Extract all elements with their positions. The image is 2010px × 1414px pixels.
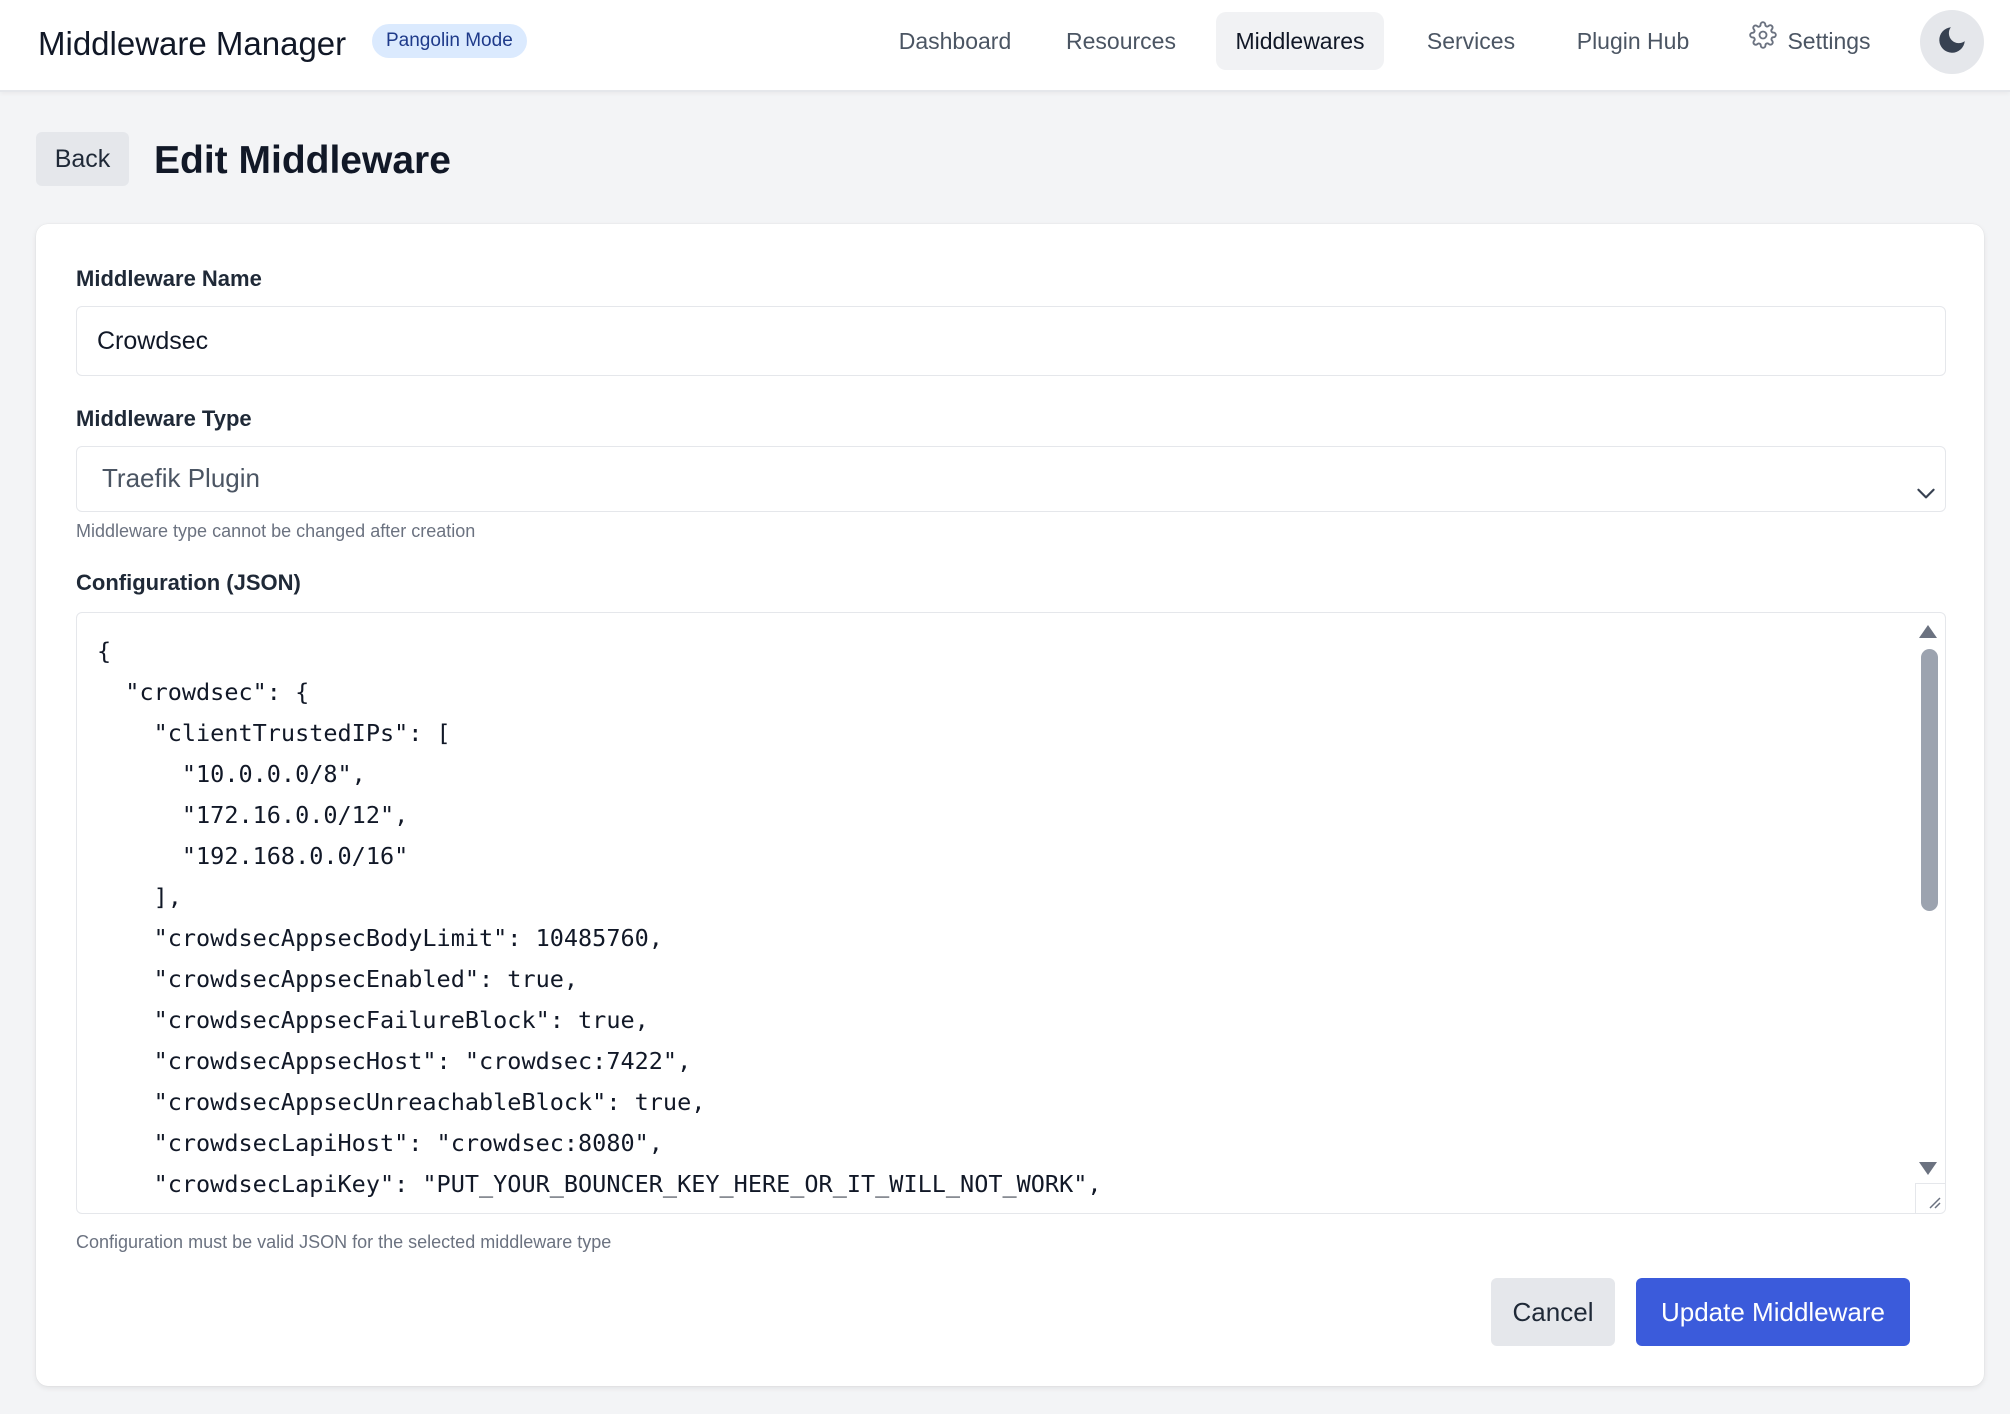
nav-dashboard[interactable]: Dashboard <box>880 12 1030 70</box>
code-line: "crowdsecAppsecEnabled": true, <box>97 965 579 993</box>
moon-icon <box>1935 23 1969 62</box>
code-line: "crowdsecAppsecUnreachableBlock": true, <box>97 1088 706 1116</box>
configuration-json-text: { "crowdsec": { "clientTrustedIPs": [ "1… <box>97 631 1905 1205</box>
chevron-down-icon <box>1913 466 1939 499</box>
nav-middlewares[interactable]: Middlewares <box>1216 12 1384 70</box>
code-line: ], <box>97 883 182 911</box>
scrollbar-thumb[interactable] <box>1921 649 1938 911</box>
nav-resources[interactable]: Resources <box>1050 12 1192 70</box>
top-navbar: Middleware Manager Pangolin Mode Dashboa… <box>0 0 2010 92</box>
back-button[interactable]: Back <box>36 132 129 186</box>
nav-settings-label: Settings <box>1787 28 1871 54</box>
resize-handle-icon[interactable] <box>1915 1183 1945 1213</box>
cancel-button[interactable]: Cancel <box>1491 1278 1615 1346</box>
code-line: { <box>97 637 112 665</box>
code-line: "crowdsecAppsecHost": "crowdsec:7422", <box>97 1047 692 1075</box>
nav-settings[interactable]: Settings <box>1740 12 1880 70</box>
code-line: "crowdsecLapiHost": "crowdsec:8080", <box>97 1129 663 1157</box>
scroll-up-arrow-icon[interactable] <box>1919 625 1937 638</box>
scroll-down-arrow-icon[interactable] <box>1919 1162 1937 1175</box>
nav-plugin-hub[interactable]: Plugin Hub <box>1562 12 1704 70</box>
configuration-helper: Configuration must be valid JSON for the… <box>76 1232 612 1252</box>
code-line: "172.16.0.0/12", <box>97 801 409 829</box>
configuration-json-editor[interactable]: { "crowdsec": { "clientTrustedIPs": [ "1… <box>76 612 1946 1214</box>
gear-icon <box>1749 12 1778 70</box>
middleware-name-input[interactable] <box>76 306 1946 376</box>
theme-toggle-button[interactable] <box>1920 10 1984 74</box>
code-line: "crowdsec": { <box>97 678 310 706</box>
nav-services[interactable]: Services <box>1404 12 1538 70</box>
middleware-type-helper: Middleware type cannot be changed after … <box>76 521 476 541</box>
update-middleware-button[interactable]: Update Middleware <box>1636 1278 1910 1346</box>
middleware-name-label: Middleware Name <box>76 266 262 291</box>
code-line: "crowdsecAppsecBodyLimit": 10485760, <box>97 924 663 952</box>
code-line: "192.168.0.0/16" <box>97 842 409 870</box>
edit-middleware-card: Middleware Name Middleware Type Traefik … <box>36 224 1984 1386</box>
middleware-type-select[interactable]: Traefik Plugin <box>76 446 1946 512</box>
middleware-type-label: Middleware Type <box>76 406 252 431</box>
middleware-type-value: Traefik Plugin <box>102 463 260 493</box>
code-line: "clientTrustedIPs": [ <box>97 719 451 747</box>
code-line: "crowdsecLapiKey": "PUT_YOUR_BOUNCER_KEY… <box>97 1170 1102 1198</box>
code-line: "crowdsecAppsecFailureBlock": true, <box>97 1006 649 1034</box>
app-title[interactable]: Middleware Manager <box>38 20 346 68</box>
configuration-label: Configuration (JSON) <box>76 570 301 595</box>
code-line: "10.0.0.0/8", <box>97 760 366 788</box>
page-title: Edit Middleware <box>154 139 451 182</box>
mode-badge: Pangolin Mode <box>372 24 527 58</box>
